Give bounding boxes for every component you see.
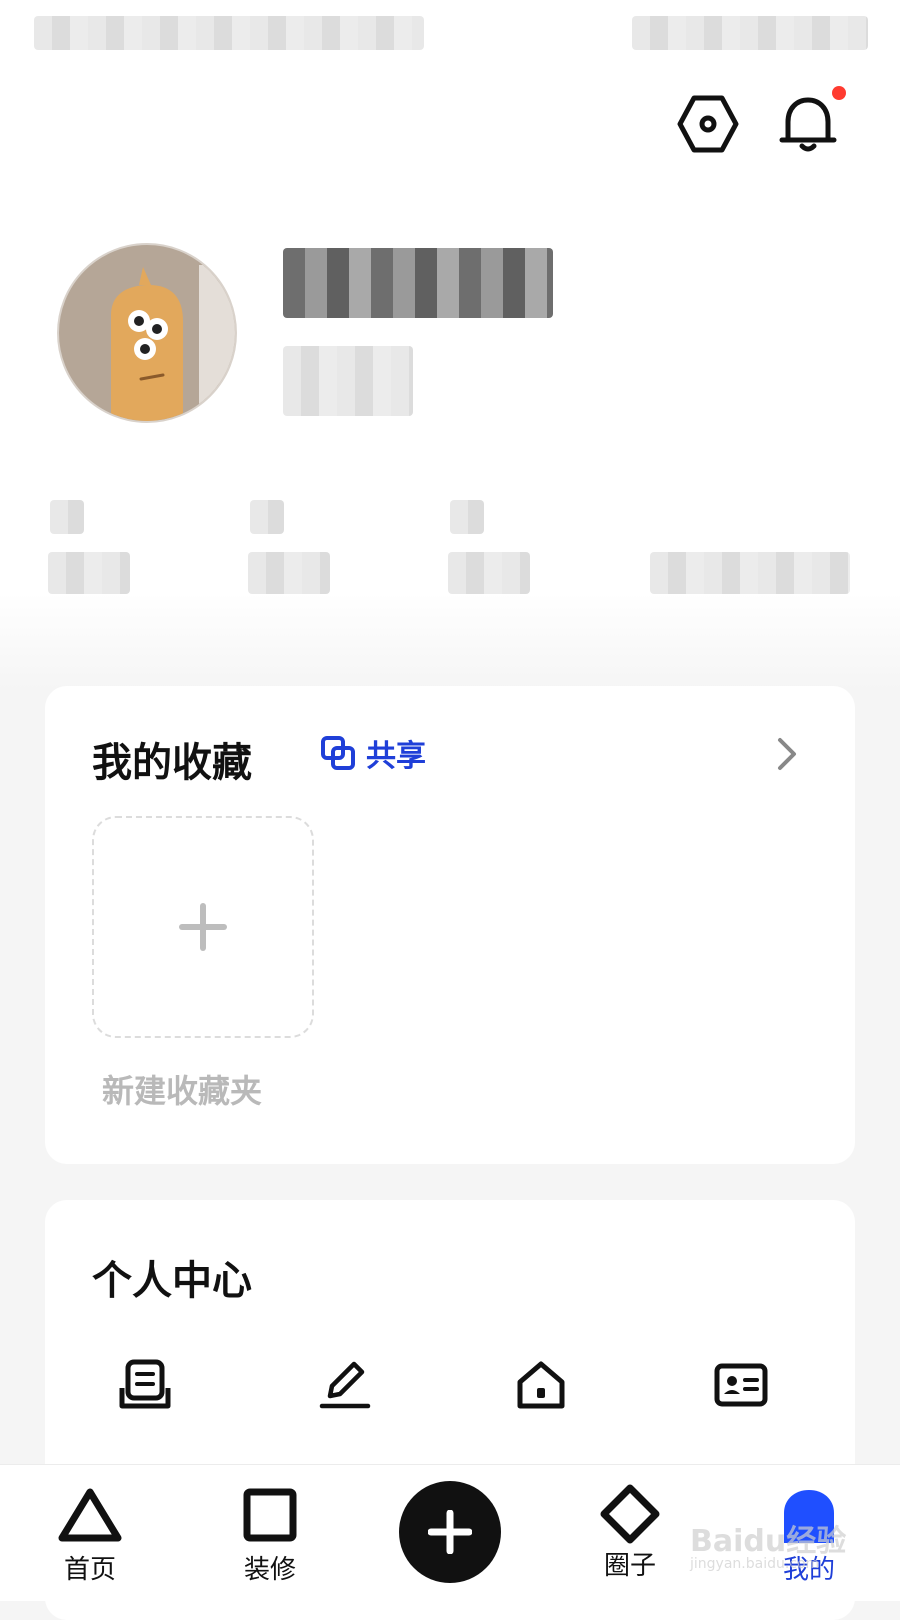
- new-folder-label: 新建收藏夹: [102, 1072, 263, 1110]
- tab-circle-label: 圈子: [603, 1551, 656, 1581]
- edit-icon: [319, 1361, 371, 1409]
- home-icon: [517, 1361, 565, 1409]
- id-card-item[interactable]: [666, 1358, 816, 1440]
- tab-circle[interactable]: 圈子: [575, 1484, 685, 1582]
- home-item[interactable]: [466, 1358, 616, 1440]
- share-icon: [321, 736, 355, 770]
- drafts-item[interactable]: [70, 1358, 220, 1440]
- status-bar-left: [34, 16, 424, 50]
- status-bar-right: [632, 16, 868, 50]
- favorites-title: 我的收藏: [92, 740, 252, 786]
- plus-icon: [428, 1510, 472, 1554]
- chevron-right-icon[interactable]: [775, 734, 799, 774]
- username: [283, 248, 553, 318]
- tab-decoration[interactable]: 装修: [215, 1487, 325, 1586]
- diamond-icon: [600, 1484, 660, 1544]
- new-folder-button[interactable]: [92, 816, 314, 1038]
- triangle-icon: [58, 1488, 122, 1542]
- square-icon: [243, 1488, 297, 1542]
- settings-icon[interactable]: [676, 92, 740, 156]
- plus-icon: [179, 903, 227, 951]
- edit-item[interactable]: [270, 1358, 420, 1440]
- avatar[interactable]: [57, 243, 237, 423]
- watermark-text: Baidu经验: [690, 1524, 847, 1559]
- watermark: Baidu经验 jingyan.baidu.com: [690, 1516, 846, 1572]
- drafts-icon: [119, 1359, 171, 1409]
- share-label: 共享: [366, 739, 426, 774]
- notification-dot: [832, 86, 846, 100]
- tab-decoration-label: 装修: [243, 1555, 296, 1585]
- add-button[interactable]: [399, 1481, 501, 1583]
- id-card-icon: [714, 1363, 768, 1407]
- share-button[interactable]: 共享: [320, 728, 426, 778]
- tab-home[interactable]: 首页: [35, 1487, 145, 1586]
- tab-home-label: 首页: [63, 1555, 116, 1585]
- personal-center-title: 个人中心: [92, 1258, 252, 1304]
- favorites-card: 我的收藏 共享 新建收藏夹: [45, 686, 855, 1164]
- bell-icon[interactable]: [776, 92, 840, 156]
- user-tag[interactable]: [283, 346, 413, 416]
